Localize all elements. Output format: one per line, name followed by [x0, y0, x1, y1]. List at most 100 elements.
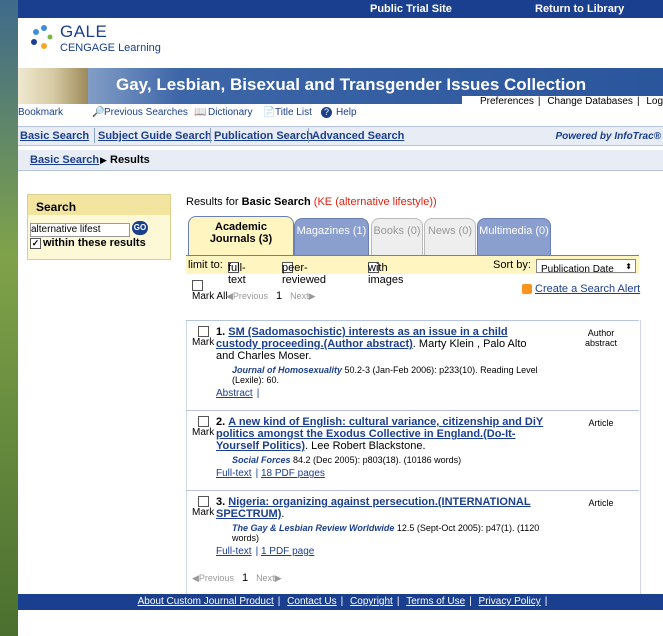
logo-cengage-text: CENGAGE Learning	[60, 42, 161, 54]
nav-divider	[210, 128, 211, 143]
full-text-link[interactable]: Full-text	[216, 546, 252, 557]
nav-divider	[94, 128, 95, 143]
mark-all-checkbox[interactable]	[192, 280, 203, 291]
results-for-heading: Results for Basic Search (KE (alternativ…	[186, 196, 437, 208]
toolbar: Bookmark 🔎 Previous Searches 📖 Dictionar…	[18, 105, 663, 121]
result-number: 2.	[216, 416, 226, 428]
pdf-link[interactable]: 1 PDF page	[261, 546, 314, 557]
mark-all-label: Mark All	[192, 291, 228, 302]
breadcrumb: Basic Search ▶ Results	[18, 150, 663, 171]
privacy-policy-link[interactable]: Privacy Policy	[479, 596, 541, 607]
fulltext-label: full-text	[228, 262, 246, 286]
search-panel-heading: Search	[28, 195, 170, 215]
mark-option[interactable]: Mark	[192, 326, 214, 348]
abstract-link[interactable]: Abstract	[216, 388, 253, 399]
result-journal-link[interactable]: Journal of Homosexuality	[232, 365, 342, 375]
breadcrumb-basic-search[interactable]: Basic Search	[30, 154, 99, 166]
about-custom-journal-link[interactable]: About Custom Journal Product	[138, 596, 274, 607]
peer-reviewed-label: peer-reviewed	[282, 262, 327, 286]
tab-magazines[interactable]: Magazines (1)	[294, 218, 369, 256]
current-page: 1	[275, 290, 283, 302]
divider	[186, 410, 639, 411]
gale-logo: GALE CENGAGE Learning	[30, 22, 230, 62]
mark-all[interactable]: Mark All	[192, 280, 228, 302]
sort-by-select[interactable]: Publication Date ⬍	[536, 259, 636, 275]
nav-advanced-search[interactable]: Advanced Search	[312, 130, 404, 142]
result-type: Author abstract	[584, 328, 617, 348]
tab-academic-journals[interactable]: Academic Journals (3)	[188, 216, 294, 256]
next-link[interactable]: Next	[290, 291, 309, 301]
within-results-label: within these results	[43, 237, 146, 249]
result-authors: . Lee Robert Blackstone.	[305, 440, 426, 452]
result-type: Article	[588, 498, 614, 508]
result-source: The Gay & Lesbian Review Worldwide 12.5 …	[232, 523, 546, 543]
mark-checkbox[interactable]	[197, 496, 209, 507]
nav-basic-search[interactable]: Basic Search	[20, 130, 89, 142]
nav-subject-guide-search[interactable]: Subject Guide Search	[98, 130, 212, 142]
list-item: Mark 1. SM (Sadomasochistic) interests a…	[186, 322, 639, 406]
title-list-icon: 📄	[263, 107, 276, 118]
banner-books-image	[18, 68, 88, 104]
within-results-checkbox[interactable]: ✓	[30, 237, 41, 249]
result-details: 84.2 (Dec 2005): p803(18). (10186 words)	[290, 455, 462, 465]
result-authors: .	[281, 508, 285, 520]
nav-publication-search[interactable]: Publication Search	[214, 130, 313, 142]
previous-link[interactable]: Previous	[199, 573, 234, 583]
contact-us-link[interactable]: Contact Us	[287, 596, 336, 607]
mark-label: Mark	[192, 507, 215, 518]
create-search-alert-label: Create a Search Alert	[535, 283, 641, 295]
full-text-link[interactable]: Full-text	[216, 468, 252, 479]
result-source: Social Forces 84.2 (Dec 2005): p803(18).…	[232, 455, 546, 465]
result-title-link[interactable]: Nigeria: organizing against persecution.…	[216, 496, 531, 520]
page-title: Gay, Lesbian, Bisexual and Transgender I…	[116, 75, 587, 94]
mark-option[interactable]: Mark	[192, 416, 214, 438]
results-for-query: (KE (alternative lifestyle))	[310, 196, 437, 208]
result-number: 1.	[216, 326, 226, 338]
divider	[186, 320, 639, 321]
return-to-library-link[interactable]: Return to Library	[535, 3, 624, 15]
dictionary-link[interactable]: Dictionary	[208, 107, 252, 118]
list-item: Mark 3. Nigeria: organizing against pers…	[186, 492, 639, 566]
tab-news[interactable]: News (0)	[424, 218, 476, 256]
create-search-alert-link[interactable]: Create a Search Alert	[522, 283, 640, 295]
rss-icon	[522, 284, 532, 295]
previous-searches-link[interactable]: Previous Searches	[104, 107, 188, 118]
pager-bottom: ◀Previous 1 Next▶	[192, 572, 282, 584]
help-icon: ?	[321, 107, 332, 118]
tab-books[interactable]: Books (0)	[371, 218, 423, 256]
previous-link[interactable]: Previous	[233, 291, 268, 301]
mark-option[interactable]: Mark	[192, 496, 214, 518]
search-panel: Search alternative lifest GO ✓ within the…	[27, 194, 171, 260]
result-links: Full-text | 18 PDF pages	[216, 468, 325, 479]
tab-multimedia[interactable]: Multimedia (0)	[477, 218, 551, 256]
next-arrow-icon: ▶	[308, 291, 316, 301]
title-list-link[interactable]: Title List	[275, 107, 312, 118]
mark-checkbox[interactable]	[197, 326, 209, 337]
breadcrumb-arrow-icon: ▶	[100, 155, 107, 165]
copyright-link[interactable]: Copyright	[350, 596, 393, 607]
public-trial-link[interactable]: Public Trial Site	[370, 3, 452, 15]
bookmark-link[interactable]: Bookmark	[18, 107, 63, 118]
top-bar: Public Trial Site Return to Library	[18, 0, 663, 18]
search-type-nav: Basic Search Subject Guide Search Public…	[18, 126, 663, 146]
pager-top: ◀Previous 1 Next▶	[226, 290, 316, 302]
divider	[186, 490, 639, 491]
next-arrow-icon: ▶	[274, 573, 282, 583]
nav-divider	[308, 128, 309, 143]
next-link[interactable]: Next	[256, 573, 275, 583]
go-button[interactable]: GO	[132, 221, 148, 235]
results-for-prefix: Results for	[186, 196, 242, 208]
powered-by-infotrac: Powered by InfoTrac®	[555, 131, 661, 142]
result-journal-link[interactable]: Social Forces	[232, 455, 291, 465]
search-input[interactable]: alternative lifest	[30, 223, 130, 237]
result-journal-link[interactable]: The Gay & Lesbian Review Worldwide	[232, 523, 394, 533]
list-item: Mark 2. A new kind of English: cultural …	[186, 412, 639, 488]
mark-checkbox[interactable]	[197, 416, 209, 427]
within-results-option: ✓ within these results	[30, 237, 146, 249]
limit-bar: limit to: full-text peer-reviewed with i…	[186, 256, 639, 286]
select-arrows-icon: ⬍	[625, 262, 632, 271]
terms-of-use-link[interactable]: Terms of Use	[406, 596, 465, 607]
help-link[interactable]: Help	[336, 107, 357, 118]
pdf-link[interactable]: 18 PDF pages	[261, 468, 325, 479]
result-links: Abstract |	[216, 388, 260, 399]
